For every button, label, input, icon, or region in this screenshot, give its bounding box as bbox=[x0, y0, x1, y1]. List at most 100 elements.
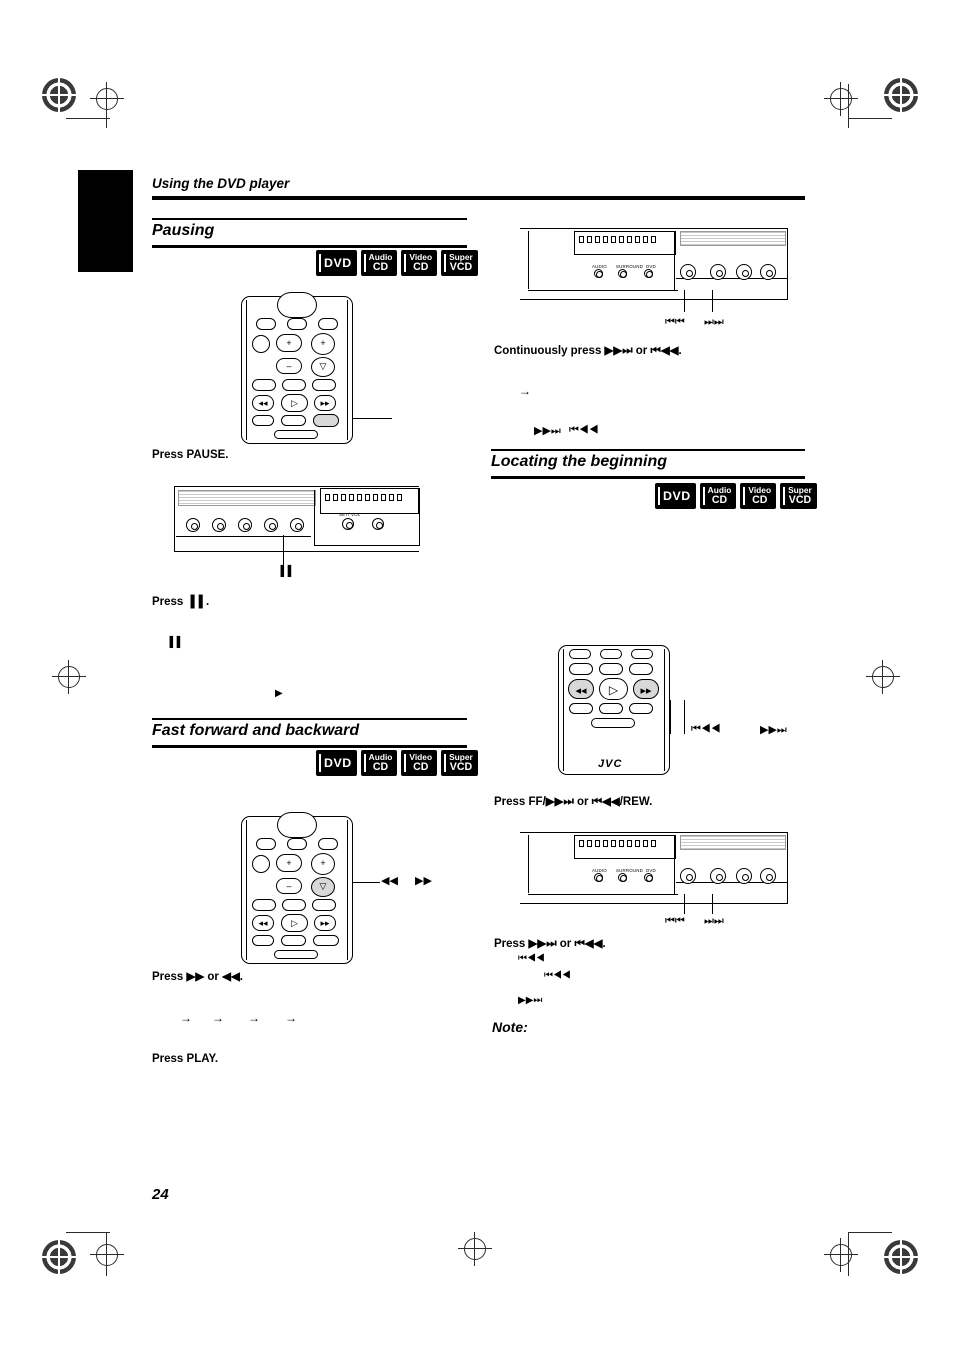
note-heading: Note: bbox=[492, 1019, 528, 1035]
badge-video-cd: Video CD bbox=[401, 250, 438, 276]
brand-jvc: JVC bbox=[598, 758, 623, 770]
leader-pause-panel bbox=[283, 535, 284, 567]
panel-knob-5 bbox=[290, 518, 304, 532]
badge-super-vcd: Super VCD bbox=[441, 250, 478, 276]
remote-btn-ff-r1c3 bbox=[318, 838, 338, 850]
remote-btn-pause bbox=[313, 414, 339, 427]
remote-dpad-ff bbox=[277, 812, 317, 838]
remote-down-label: ▽ bbox=[319, 361, 327, 371]
crop-line-top-right-v bbox=[848, 84, 849, 128]
ff-arrow-3: → bbox=[248, 1011, 260, 1025]
ff-remote-ff-label: ▶▶ bbox=[415, 875, 432, 887]
remote-loc-btn-r2c2 bbox=[599, 663, 623, 675]
ff-rule-bottom bbox=[152, 745, 467, 748]
leader-ff-1 bbox=[352, 882, 380, 883]
panel-knob-1 bbox=[186, 518, 200, 532]
panel-grille bbox=[178, 490, 316, 506]
remote-btn-r4c1 bbox=[252, 379, 276, 391]
crosshair-right-mid bbox=[866, 660, 900, 694]
remote-loc-prev-label: ◂◂ bbox=[575, 685, 587, 697]
ff-arrow-2: → bbox=[212, 1011, 224, 1025]
crop-line-bottom-left-v bbox=[106, 1232, 107, 1276]
remote-btn-r4c3 bbox=[312, 379, 336, 391]
pause-panel-callout: ▐▐ bbox=[277, 566, 292, 577]
badge-video-cd-loc: Video CD bbox=[740, 483, 777, 509]
remote-ff-play-label: ▷ bbox=[291, 918, 298, 928]
remote-loc-btn-r2c3 bbox=[629, 663, 653, 675]
panel-loc-knob-s2 bbox=[618, 873, 627, 882]
remote-next-label: ▸▸ bbox=[320, 398, 330, 408]
ff-panel-rew-label: ⏮⏮ bbox=[665, 316, 685, 328]
crosshair-left-mid bbox=[52, 660, 86, 694]
panel-display bbox=[320, 488, 419, 514]
leader-locpanel-1 bbox=[684, 894, 685, 914]
ff-remote-rew-label: ◀◀ bbox=[381, 875, 398, 887]
remote-btn-ff-r4c3 bbox=[312, 899, 336, 911]
registration-mark-bottom-right bbox=[884, 1240, 918, 1274]
crop-line-top-right-h bbox=[848, 118, 892, 119]
pausing-rule-top bbox=[152, 218, 467, 220]
panel-knob-3 bbox=[238, 518, 252, 532]
leader-locpanel-2 bbox=[712, 894, 713, 914]
crop-line-bottom-right-h bbox=[848, 1232, 892, 1233]
locating-rule-top bbox=[491, 449, 805, 451]
play-body-glyph: ▶ bbox=[275, 688, 283, 699]
crop-line-top-left-v bbox=[106, 84, 107, 128]
step-continuously-press: Continuously press ▶▶⏭ or ⏮◀◀. bbox=[494, 345, 682, 357]
remote-loc-btn-r1c2 bbox=[600, 649, 622, 659]
remote-loc-btn-r1c1 bbox=[569, 649, 591, 659]
pausing-format-badges: DVD Audio CD Video CD Super VCD bbox=[316, 250, 478, 276]
remote-control-locating: ◂◂ ▷ ▸▸ bbox=[558, 645, 670, 775]
badge-audio-cd-loc: Audio CD bbox=[699, 483, 737, 509]
panel-loc-knob-2 bbox=[710, 868, 726, 884]
ff-arrow-1: → bbox=[180, 1011, 192, 1025]
step-press-pause: Press PAUSE. bbox=[152, 449, 229, 461]
badge-audio-cd-ff: Audio CD bbox=[360, 750, 398, 776]
ff-panel-ff-label: ⏭⏭ bbox=[704, 316, 724, 328]
leader-loc-1 bbox=[670, 700, 671, 734]
loc-panel-next-label: ⏭⏭ bbox=[704, 915, 724, 927]
pausing-rule-bottom bbox=[152, 245, 467, 248]
step-press-prev-next: Press ▶▶⏭ or ⏮◀◀. bbox=[494, 938, 606, 950]
remote-btn-ff-r4c2 bbox=[282, 899, 306, 911]
panel-ff-knob-2 bbox=[710, 264, 726, 280]
remote-btn-ff-r6c2 bbox=[281, 935, 306, 946]
panel-loc-knob-s3 bbox=[644, 873, 653, 882]
remote-loc-btn-r4c1 bbox=[569, 703, 593, 714]
remote-ff-next-label: ▸▸ bbox=[320, 918, 330, 928]
crosshair-top-left bbox=[90, 82, 124, 116]
remote-control-ff: + + – ▽ ◂◂ ▷ ▸▸ bbox=[241, 812, 353, 964]
remote-ff-plus-label: + bbox=[286, 858, 292, 868]
remote-btn-bottom-wide bbox=[274, 430, 318, 439]
leader-pause-v bbox=[391, 418, 392, 419]
remote-loc-btn-r1c3 bbox=[631, 649, 653, 659]
remote-btn-stop bbox=[252, 415, 274, 426]
remote-loc-next-label: ▸▸ bbox=[640, 685, 652, 697]
loc-remote-prev-label: ⏮◀◀ bbox=[691, 723, 721, 735]
section-title-ff: Fast forward and backward bbox=[152, 722, 360, 739]
remote-play-label: ▷ bbox=[291, 398, 298, 408]
ff-right-arrow: → bbox=[519, 384, 531, 398]
ff-bottom-glyph-2: ⏮◀◀ bbox=[569, 424, 599, 436]
panel-loc-knob-s1 bbox=[594, 873, 603, 882]
section-title-pausing: Pausing bbox=[152, 222, 215, 239]
header-rule bbox=[152, 196, 805, 200]
panel-loc-knob-4 bbox=[760, 868, 776, 884]
front-panel-pausing: SET/ VOL bbox=[174, 486, 420, 552]
remote-ff-plus2-label: + bbox=[320, 858, 326, 868]
panel-ff-knob-s1 bbox=[594, 269, 603, 278]
locating-format-badges: DVD Audio CD Video CD Super VCD bbox=[655, 483, 817, 509]
panel-ff-knob-3 bbox=[736, 264, 752, 280]
front-panel-locating: AUDIO SURROUND DVD bbox=[520, 832, 788, 904]
remote-btn-ff-r1c1 bbox=[256, 838, 276, 850]
panel-display-ff bbox=[574, 231, 676, 255]
remote-btn-r1c3 bbox=[318, 318, 338, 330]
remote-plus-label-2: + bbox=[320, 338, 326, 348]
remote-ff-prev-label: ◂◂ bbox=[258, 918, 268, 928]
remote-btn-ff-r1c2 bbox=[287, 838, 307, 850]
remote-loc-btn-r2c1 bbox=[569, 663, 593, 675]
language-tab bbox=[78, 170, 133, 272]
remote-loc-play-label: ▷ bbox=[608, 683, 619, 697]
manual-page: Using the DVD player Pausing DVD Audio CD… bbox=[0, 0, 954, 1351]
remote-dpad bbox=[277, 292, 317, 318]
